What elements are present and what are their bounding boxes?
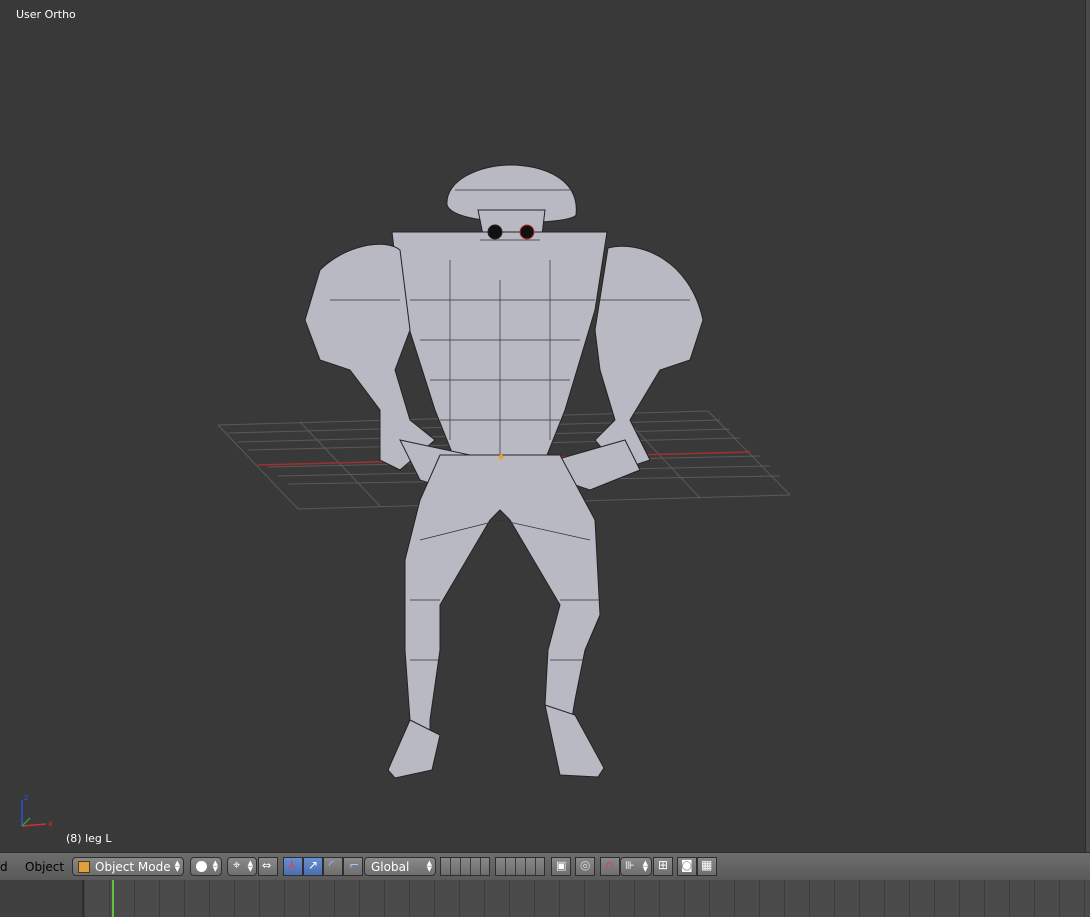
pivot-align-toggle[interactable]: ⇔ — [258, 857, 278, 876]
manipulator-icon: ⅄ — [288, 858, 296, 872]
snap-icon: ⊪ — [625, 859, 635, 872]
chevron-updown-icon: ▲ ▼ — [642, 859, 648, 873]
snap-target-button[interactable]: ⊞ — [653, 857, 673, 876]
lock-camera-toggle[interactable]: ▣ — [551, 857, 571, 876]
object-menu[interactable]: Object — [25, 860, 64, 874]
translate-icon: ↗ — [308, 858, 319, 872]
svg-text:z: z — [24, 793, 28, 802]
active-object-info: (8) leg L — [66, 832, 112, 845]
rotate-toggle[interactable]: ◜ — [323, 857, 343, 876]
proportional-editing-toggle[interactable]: ◎ — [575, 857, 595, 876]
chevron-updown-icon: ▲ ▼ — [174, 859, 180, 873]
scene-canvas: z x — [21, 164, 791, 828]
proportional-icon: ◎ — [580, 858, 591, 872]
orientation-label: Global — [371, 860, 410, 874]
chevron-updown-icon: ▲ ▼ — [212, 859, 218, 873]
align-icon: ⇔ — [262, 859, 272, 872]
lock-icon: ▣ — [556, 859, 567, 872]
mode-selector[interactable]: Object Mode ▲ ▼ — [72, 857, 184, 876]
magnet-icon: ∩ — [605, 858, 614, 872]
viewport-shading-selector[interactable]: ▲ ▼ — [190, 857, 222, 876]
timeline[interactable] — [0, 880, 1090, 917]
snap-target-icon: ⊞ — [658, 858, 669, 872]
character-mesh[interactable] — [304, 164, 704, 779]
scale-icon: ⌐ — [349, 858, 360, 872]
scale-toggle[interactable]: ⌐ — [343, 857, 363, 876]
render-icon: ◙ — [681, 858, 693, 872]
translate-toggle[interactable]: ↗ — [303, 857, 323, 876]
view-menu-partial[interactable]: d — [0, 860, 8, 874]
axis-gizmo-icon: z x — [21, 793, 53, 828]
object-origin — [498, 454, 504, 460]
object-cube-icon — [78, 861, 90, 873]
current-frame-indicator[interactable] — [112, 880, 114, 917]
animation-icon: ▦ — [701, 858, 713, 872]
layers-group-2[interactable] — [495, 857, 545, 876]
shading-sphere-icon — [196, 861, 207, 872]
snap-element-selector[interactable]: ⊪ ▲ ▼ — [620, 857, 652, 876]
pivot-icon: ⌖ — [233, 858, 241, 873]
transform-orientation-selector[interactable]: Global ▲ ▼ — [364, 857, 436, 876]
viewport-header: d Object Object Mode ▲ ▼ ▲ ▼ ⌖ ▲ ▼ ⇔ ⅄ ↗ ◜ … — [0, 852, 1090, 880]
render-animation-button[interactable]: ▦ — [697, 857, 717, 876]
layers-group-1[interactable] — [440, 857, 490, 876]
timeline-frames[interactable] — [84, 880, 1090, 917]
mode-selector-label: Object Mode — [95, 860, 171, 874]
timeline-channel-region — [0, 880, 84, 917]
chevron-updown-icon: ▲ ▼ — [426, 859, 432, 873]
viewport-region-edge[interactable] — [1085, 0, 1090, 852]
rotate-icon: ◜ — [329, 858, 334, 872]
chevron-updown-icon: ▲ ▼ — [247, 859, 253, 873]
snap-toggle[interactable]: ∩ — [600, 857, 620, 876]
svg-text:x: x — [48, 819, 53, 828]
view-label: User Ortho — [16, 8, 76, 21]
pivot-point-selector[interactable]: ⌖ ▲ ▼ — [227, 857, 257, 876]
manipulator-toggle[interactable]: ⅄ — [283, 857, 303, 876]
render-button[interactable]: ◙ — [677, 857, 697, 876]
3d-viewport[interactable]: z x User Ortho (8) leg L — [0, 0, 1090, 852]
